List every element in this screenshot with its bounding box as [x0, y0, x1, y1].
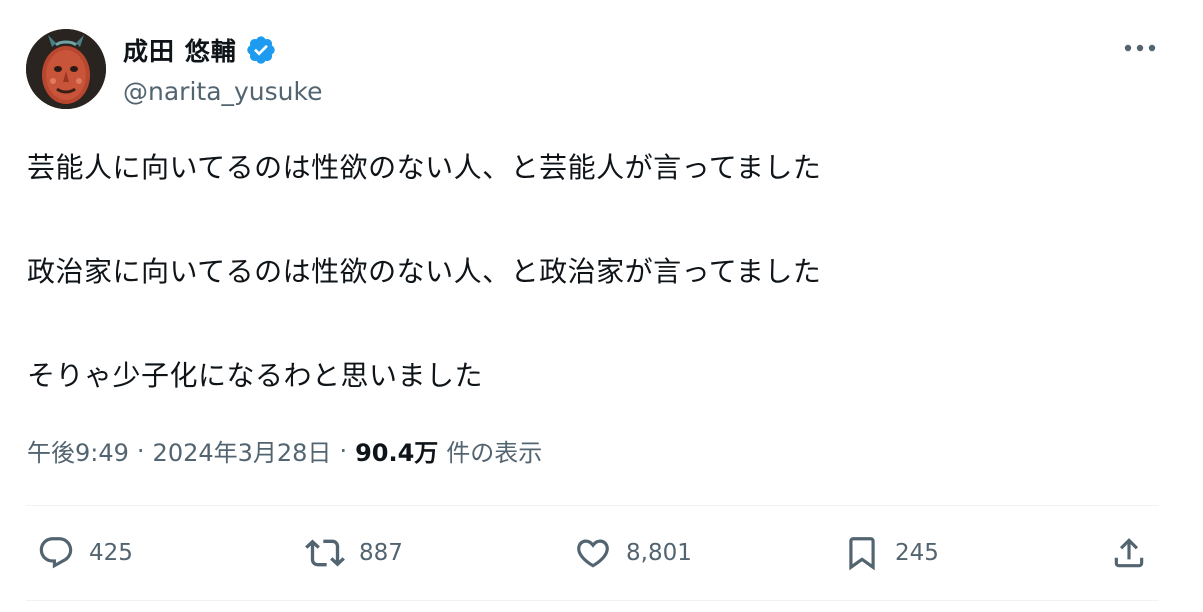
tweet-text-line-2: 政治家に向いてるのは性欲のない人、と政治家が言ってました [27, 255, 822, 288]
avatar-mask-icon [26, 29, 106, 109]
meta-separator: · [339, 436, 348, 465]
reply-button[interactable]: 425 [37, 532, 133, 574]
share-button[interactable] [1110, 532, 1148, 574]
author-name-row: 成田 悠輔 [123, 32, 277, 68]
author-display-name[interactable]: 成田 悠輔 [123, 32, 237, 68]
tweet-time[interactable]: 午後9:49 [27, 433, 129, 468]
more-options-button[interactable] [1120, 38, 1160, 58]
views-count[interactable]: 90.4万 [355, 433, 438, 468]
repost-button[interactable]: 887 [305, 532, 403, 574]
like-button[interactable]: 8,801 [574, 532, 692, 574]
divider [26, 505, 1159, 506]
tweet-text-line-3: そりゃ少子化になるわと思いました [27, 359, 484, 392]
repost-count: 887 [359, 540, 403, 566]
share-icon [1114, 538, 1144, 568]
reply-icon [39, 537, 73, 569]
bookmark-count: 245 [895, 540, 939, 566]
meta-separator: · [136, 436, 145, 465]
tweet-date[interactable]: 2024年3月28日 [153, 433, 332, 468]
repost-icon [305, 539, 345, 567]
heart-icon [577, 539, 609, 568]
bookmark-icon [849, 537, 875, 571]
like-count: 8,801 [626, 540, 692, 566]
reply-count: 425 [89, 540, 133, 566]
views-label: 件の表示 [446, 439, 543, 467]
avatar[interactable] [26, 29, 106, 109]
tweet-card: 成田 悠輔 @narita_yusuke 芸能人に向いてるのは性欲のない人、と芸… [0, 0, 1203, 612]
tweet-meta: 午後9:49 · 2024年3月28日 · 90.4万 件の表示 [27, 433, 542, 468]
divider [26, 600, 1159, 601]
verified-badge-icon[interactable] [245, 34, 277, 66]
tweet-text-line-1: 芸能人に向いてるのは性欲のない人、と芸能人が言ってました [27, 151, 822, 184]
bookmark-button[interactable]: 245 [843, 532, 939, 574]
author-handle[interactable]: @narita_yusuke [123, 77, 323, 106]
more-dots-icon [1124, 44, 1156, 52]
